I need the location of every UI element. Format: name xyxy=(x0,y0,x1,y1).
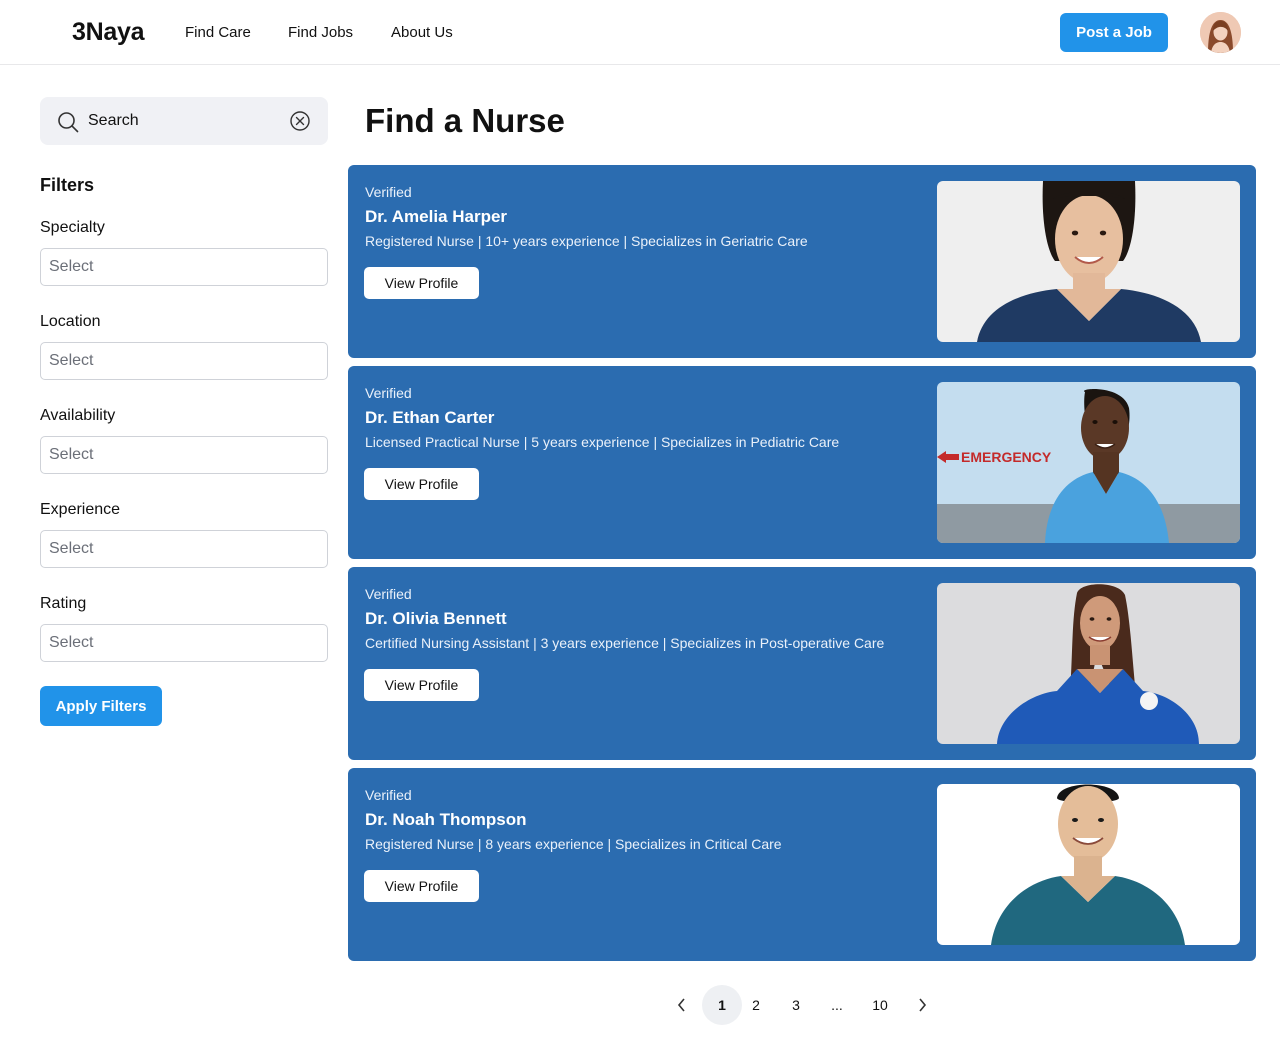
filter-label-experience: Experience xyxy=(40,501,121,518)
user-avatar[interactable] xyxy=(1200,12,1241,53)
filter-label-location: Location xyxy=(40,313,101,330)
chevron-right-icon xyxy=(919,998,927,1012)
logo[interactable]: 3Naya xyxy=(72,18,144,47)
avatar-icon xyxy=(1200,12,1241,53)
filter-label-rating: Rating xyxy=(40,595,87,612)
page-ellipsis: ... xyxy=(831,997,843,1013)
nurse-card: Verified Dr. Amelia Harper Registered Nu… xyxy=(348,165,1256,358)
view-profile-button[interactable]: View Profile xyxy=(364,267,479,299)
apply-filters-button[interactable]: Apply Filters xyxy=(40,686,162,726)
emergency-sign: EMERGENCY xyxy=(961,449,1052,465)
nurse-photo xyxy=(937,583,1240,744)
nurse-description: Licensed Practical Nurse | 5 years exper… xyxy=(365,434,840,450)
nurse-card: Verified Dr. Olivia Bennett Certified Nu… xyxy=(348,567,1256,760)
availability-select[interactable]: Select xyxy=(40,436,328,474)
search-input[interactable] xyxy=(88,105,288,137)
view-profile-button[interactable]: View Profile xyxy=(364,669,479,701)
nurse-name: Dr. Amelia Harper xyxy=(365,207,508,226)
search-box xyxy=(40,97,328,145)
nav-find-jobs[interactable]: Find Jobs xyxy=(288,24,353,41)
nav-about-us[interactable]: About Us xyxy=(391,24,453,41)
page-2[interactable]: 2 xyxy=(744,985,768,1025)
verified-badge: Verified xyxy=(365,385,412,401)
nurse-description: Registered Nurse | 10+ years experience … xyxy=(365,233,808,249)
nurse-description: Registered Nurse | 8 years experience | … xyxy=(365,836,782,852)
nurse-portrait-image xyxy=(937,784,1240,945)
nurse-card: Verified Dr. Noah Thompson Registered Nu… xyxy=(348,768,1256,961)
search-icon xyxy=(58,112,79,133)
top-header: 3Naya Find Care Find Jobs About Us Post … xyxy=(0,0,1280,65)
nurse-name: Dr. Olivia Bennett xyxy=(365,609,507,628)
nav-find-care[interactable]: Find Care xyxy=(185,24,251,41)
page-title: Find a Nurse xyxy=(365,102,565,139)
experience-select[interactable]: Select xyxy=(40,530,328,568)
chevron-left-icon xyxy=(677,998,685,1012)
verified-badge: Verified xyxy=(365,787,412,803)
nurse-card: Verified Dr. Ethan Carter Licensed Pract… xyxy=(348,366,1256,559)
verified-badge: Verified xyxy=(365,586,412,602)
next-page-button[interactable] xyxy=(910,985,934,1025)
page-1[interactable]: 1 xyxy=(702,985,742,1025)
nurse-description: Certified Nursing Assistant | 3 years ex… xyxy=(365,635,885,651)
post-a-job-button[interactable]: Post a Job xyxy=(1060,13,1168,52)
nurse-photo xyxy=(937,181,1240,342)
view-profile-button[interactable]: View Profile xyxy=(364,468,479,500)
view-profile-button[interactable]: View Profile xyxy=(364,870,479,902)
nurse-name: Dr. Ethan Carter xyxy=(365,408,495,427)
filters-title: Filters xyxy=(40,175,95,195)
nurse-portrait-image xyxy=(937,583,1240,744)
page-3[interactable]: 3 xyxy=(784,985,808,1025)
rating-select[interactable]: Select xyxy=(40,624,328,662)
clear-search-icon[interactable] xyxy=(289,110,311,132)
filter-label-availability: Availability xyxy=(40,407,116,424)
nurse-photo xyxy=(937,784,1240,945)
specialty-select[interactable]: Select xyxy=(40,248,328,286)
page-10[interactable]: 10 xyxy=(866,985,894,1025)
prev-page-button[interactable] xyxy=(670,985,694,1025)
location-select[interactable]: Select xyxy=(40,342,328,380)
nurse-portrait-image xyxy=(937,181,1240,342)
nurse-portrait-image: EMERGENCY xyxy=(937,382,1240,543)
filter-label-specialty: Specialty xyxy=(40,219,105,236)
nurse-name: Dr. Noah Thompson xyxy=(365,810,527,829)
nurse-photo: EMERGENCY xyxy=(937,382,1240,543)
verified-badge: Verified xyxy=(365,184,412,200)
